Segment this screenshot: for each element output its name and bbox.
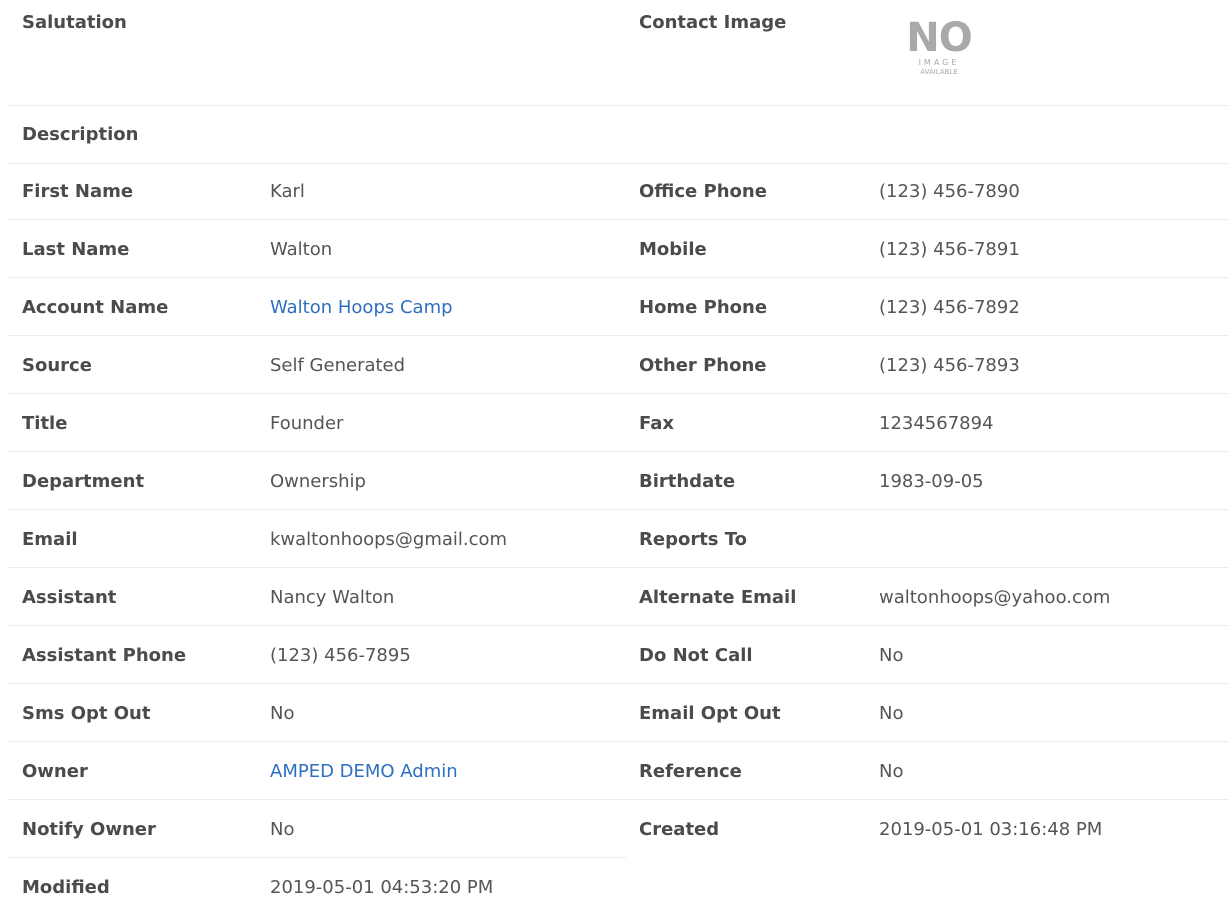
no-image-line2: AVAILABLE [920,68,958,76]
field-label: Mobile [639,239,707,260]
no-image-placeholder: NO IMAGE AVAILABLE [904,18,974,84]
field-alternate-email: Alternate Email waltonhoops@yahoo.com [626,570,1228,626]
field-value: 1983-09-05 [879,471,984,492]
field-value: Walton [270,239,333,260]
field-label: Email [22,529,78,550]
field-reports-to: Reports To [626,512,1228,568]
field-label: Office Phone [639,181,767,202]
field-value: Self Generated [270,355,406,376]
field-value: kwaltonhoops@gmail.com [270,529,508,550]
field-office-phone: Office Phone (123) 456-7890 [626,164,1228,220]
account-name-link[interactable]: Walton Hoops Camp [270,280,453,336]
field-value: 2019-05-01 04:53:20 PM [270,877,494,898]
field-label: Assistant Phone [22,645,187,666]
field-value: (123) 456-7895 [270,645,411,666]
field-value: No [879,645,904,666]
field-value: (123) 456-7892 [879,297,1020,318]
field-last-name: Last Name Walton [8,222,626,278]
no-image-big-text: NO [906,15,972,61]
field-value: (123) 456-7891 [879,239,1020,260]
field-department: Department Ownership [8,454,626,510]
field-assistant: Assistant Nancy Walton [8,570,626,626]
field-label: Source [22,355,92,376]
field-do-not-call: Do Not Call No [626,628,1228,684]
field-value: 1234567894 [879,413,994,434]
field-created: Created 2019-05-01 03:16:48 PM [626,802,1228,858]
field-value: No [270,703,295,724]
contact-detail-panel: Salutation Contact Image NO IMAGE AVAILA… [0,0,1228,902]
field-email-opt-out: Email Opt Out No [626,686,1228,742]
field-email: Email kwaltonhoops@gmail.com [8,512,626,568]
field-value: Nancy Walton [270,587,395,608]
field-label: Title [22,413,68,434]
field-label: Assistant [22,587,117,608]
field-value: Karl [270,181,305,202]
field-value: No [879,761,904,782]
contact-image-label: Contact Image [639,12,787,33]
field-value: (123) 456-7890 [879,181,1020,202]
field-label: Created [639,819,720,840]
field-title: Title Founder [8,396,626,452]
field-label: Birthdate [639,471,736,492]
field-label: Email Opt Out [639,703,781,724]
field-modified: Modified 2019-05-01 04:53:20 PM [8,860,626,916]
field-birthdate: Birthdate 1983-09-05 [626,454,1228,510]
description-row: Description [8,106,1228,164]
field-value: 2019-05-01 03:16:48 PM [879,819,1103,840]
field-label: Owner [22,761,88,782]
field-reference: Reference No [626,744,1228,800]
field-label: Department [22,471,145,492]
field-label: Do Not Call [639,645,753,666]
field-label: Last Name [22,239,130,260]
field-other-phone: Other Phone (123) 456-7893 [626,338,1228,394]
field-assistant-phone: Assistant Phone (123) 456-7895 [8,628,626,684]
field-label: Reports To [639,529,748,550]
field-label: First Name [22,181,134,202]
field-value: Ownership [270,471,366,492]
field-value: No [879,703,904,724]
field-label: Account Name [22,297,169,318]
field-label: Home Phone [639,297,768,318]
field-label: Notify Owner [22,819,156,840]
field-label: Reference [639,761,742,782]
field-value: Founder [270,413,344,434]
field-mobile: Mobile (123) 456-7891 [626,222,1228,278]
field-fax: Fax 1234567894 [626,396,1228,452]
field-label: Fax [639,413,674,434]
field-value: (123) 456-7893 [879,355,1020,376]
field-label: Modified [22,877,110,898]
owner-link[interactable]: AMPED DEMO Admin [270,744,458,800]
field-account-name: Account Name Walton Hoops Camp [8,280,626,336]
field-sms-opt-out: Sms Opt Out No [8,686,626,742]
contact-image-row: Contact Image NO IMAGE AVAILABLE [626,0,1228,106]
field-owner: Owner AMPED DEMO Admin [8,744,626,800]
field-label: Alternate Email [639,587,797,608]
field-value: No [270,819,295,840]
field-notify-owner: Notify Owner No [8,802,626,858]
field-value: waltonhoops@yahoo.com [879,587,1111,608]
field-home-phone: Home Phone (123) 456-7892 [626,280,1228,336]
description-label: Description [22,124,139,145]
salutation-label: Salutation [22,12,127,33]
field-label: Sms Opt Out [22,703,151,724]
salutation-row: Salutation [8,0,626,106]
field-source: Source Self Generated [8,338,626,394]
field-label: Other Phone [639,355,767,376]
field-first-name: First Name Karl [8,164,626,220]
